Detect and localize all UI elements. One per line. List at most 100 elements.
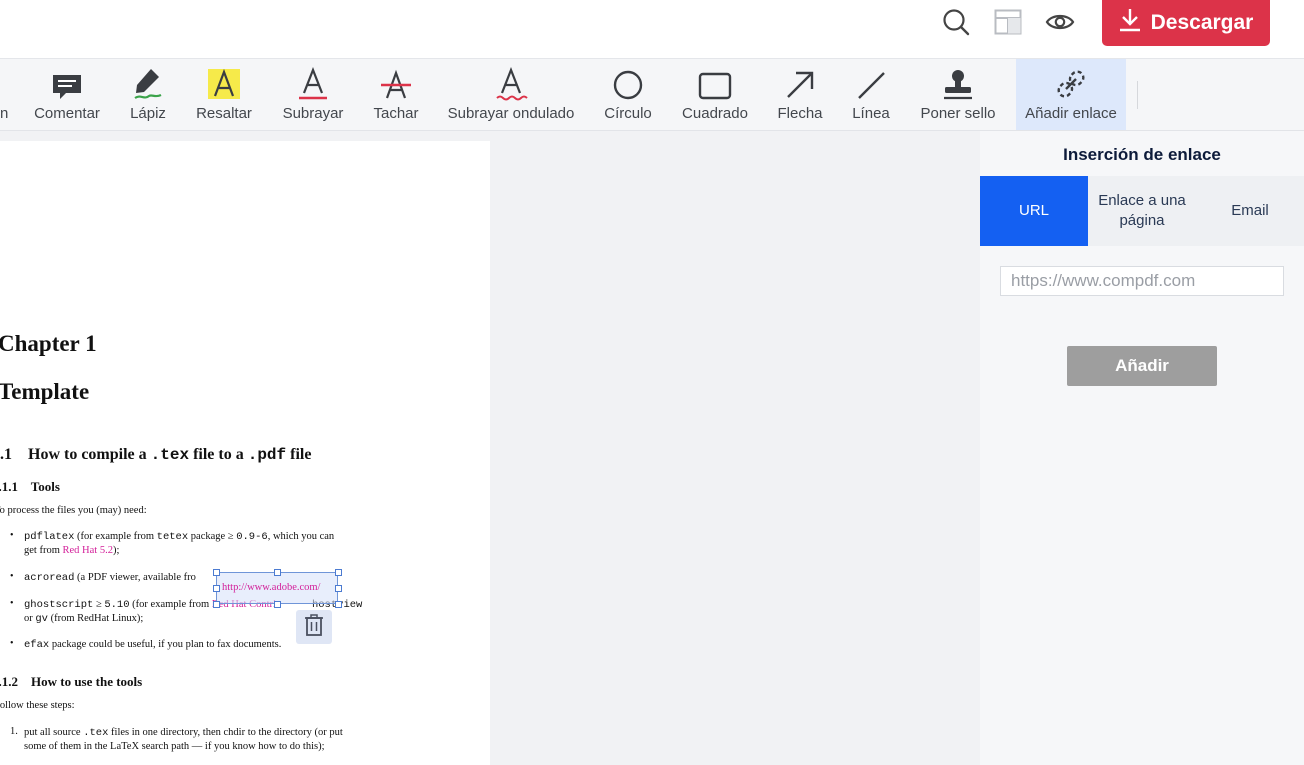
document-canvas: Chapter 1 Template 1.1 How to compile a … [0, 131, 980, 765]
item-text: package could be useful, if you plan to … [49, 639, 282, 650]
tool-label: Cuadrado [682, 105, 748, 122]
download-label: Descargar [1150, 11, 1254, 34]
tool-add-link[interactable]: Añadir enlace [1016, 59, 1126, 130]
url-input[interactable] [1000, 266, 1284, 296]
item-text: (for example from [129, 599, 212, 610]
top-bar: Descargar [0, 0, 1304, 59]
tab-url[interactable]: URL [980, 176, 1088, 246]
tab-email[interactable]: Email [1196, 176, 1304, 246]
subsection-heading: 1.1.1 Tools [0, 479, 60, 495]
subsection-title: How to use the tools [31, 674, 143, 689]
doc-link[interactable]: Red Hat 5.2 [63, 545, 113, 556]
tool-squiggly[interactable]: Subrayar ondulado [444, 59, 578, 130]
list-item: efax package could be useful, if you pla… [24, 638, 281, 652]
section-code: .pdf [247, 446, 287, 464]
panel-title: Inserción de enlace [1063, 145, 1221, 164]
item-text: (a PDF viewer, available fro [74, 572, 196, 583]
list-item: acroread (a PDF viewer, available fro [24, 571, 196, 585]
tool-comment[interactable]: Comentar [30, 59, 104, 130]
tool-label: Comentar [34, 105, 100, 122]
tool-label: n [0, 105, 8, 122]
resize-handle[interactable] [335, 569, 342, 576]
highlight-icon [207, 59, 241, 101]
delete-annotation-button[interactable] [296, 610, 332, 644]
annotation-toolbar: n Comentar Lápiz Resaltar Subrayar Tacha… [0, 59, 1304, 131]
bullet: • [10, 598, 14, 609]
item-text: (for example from [74, 531, 157, 542]
tool-strikethrough[interactable]: Tachar [368, 59, 424, 130]
section-text: How to compile a [28, 446, 151, 463]
resize-handle[interactable] [213, 585, 220, 592]
code-text: .tex [83, 727, 109, 739]
tool-underline[interactable]: Subrayar [278, 59, 348, 130]
step-number: 1. [10, 726, 18, 737]
subsection-number: 1.1.2 [0, 674, 18, 689]
section-text: file [286, 446, 312, 463]
squiggly-icon [494, 59, 528, 101]
subsection-number: 1.1.1 [0, 479, 18, 494]
comment-icon [52, 59, 82, 101]
resize-handle[interactable] [274, 601, 281, 608]
item-text: files in one directory, then chdir to th… [108, 727, 343, 738]
tool-stamp[interactable]: Poner sello [914, 59, 1002, 130]
section-heading: 1.1 How to compile a .tex file to a .pdf… [0, 446, 311, 464]
tool-label: Flecha [777, 105, 823, 122]
tool-label: Poner sello [920, 105, 996, 122]
line-icon [855, 59, 887, 101]
item-text: ≥ [93, 599, 105, 610]
eye-icon[interactable] [1045, 7, 1075, 37]
resize-handle[interactable] [213, 601, 220, 608]
link-icon [1054, 59, 1088, 101]
pdf-page[interactable]: Chapter 1 Template 1.1 How to compile a … [0, 141, 490, 765]
link-insert-panel: Inserción de enlace URL Enlace a una pág… [980, 131, 1304, 765]
circle-icon [612, 59, 644, 101]
item-text: or [24, 613, 36, 624]
step-item: put all source .tex files in one directo… [24, 726, 343, 753]
tool-label: Subrayar [282, 105, 344, 122]
tool-label: Lápiz [130, 105, 166, 122]
tool-square[interactable]: Cuadrado [678, 59, 752, 130]
resize-handle[interactable] [335, 601, 342, 608]
strikethrough-icon [379, 59, 413, 101]
item-text: , which you can [267, 531, 335, 542]
resize-handle[interactable] [274, 569, 281, 576]
download-button[interactable]: Descargar [1102, 0, 1270, 46]
code-text: 5.10 [104, 599, 130, 611]
add-link-button[interactable]: Añadir [1067, 346, 1217, 386]
tool-label: Subrayar ondulado [447, 105, 575, 122]
resize-handle[interactable] [335, 585, 342, 592]
item-text: ); [112, 545, 120, 556]
tool-highlight[interactable]: Resaltar [192, 59, 256, 130]
tab-page-link[interactable]: Enlace a una página [1088, 176, 1196, 246]
code-text: efax [24, 639, 50, 651]
code-text: ghostscript [24, 599, 94, 611]
layout-icon[interactable] [993, 7, 1023, 37]
paragraph: Follow these steps: [0, 700, 75, 711]
tool-line[interactable]: Línea [848, 59, 894, 130]
bullet: • [10, 638, 14, 649]
tool-label: Línea [852, 105, 890, 122]
tool-label: Tachar [373, 105, 419, 122]
tool-circle[interactable]: Círculo [598, 59, 658, 130]
tool-cut-off[interactable]: n [0, 59, 8, 130]
square-icon [698, 59, 732, 101]
page-title: Template [0, 379, 90, 404]
tool-label: Círculo [604, 105, 652, 122]
tool-pencil[interactable]: Lápiz [126, 59, 170, 130]
subsection-heading: 1.1.2 How to use the tools [0, 674, 142, 690]
download-icon [1119, 8, 1141, 38]
tool-arrow[interactable]: Flecha [772, 59, 828, 130]
stamp-icon [941, 59, 975, 101]
paragraph: To process the files you (may) need: [0, 505, 147, 516]
trash-icon [304, 613, 324, 641]
search-icon[interactable] [941, 7, 971, 37]
code-text: tetex [156, 531, 189, 543]
selected-link-text[interactable]: http://www.adobe.com/ [222, 582, 320, 593]
chapter-heading: Chapter 1 [0, 331, 97, 356]
item-text: some of them in the LaTeX search path — … [24, 741, 325, 752]
code-text: pdflatex [24, 531, 75, 543]
toolbar-divider [1137, 81, 1138, 109]
bullet: • [10, 571, 14, 582]
list-item: pdflatex (for example from tetex package… [24, 530, 334, 557]
resize-handle[interactable] [213, 569, 220, 576]
